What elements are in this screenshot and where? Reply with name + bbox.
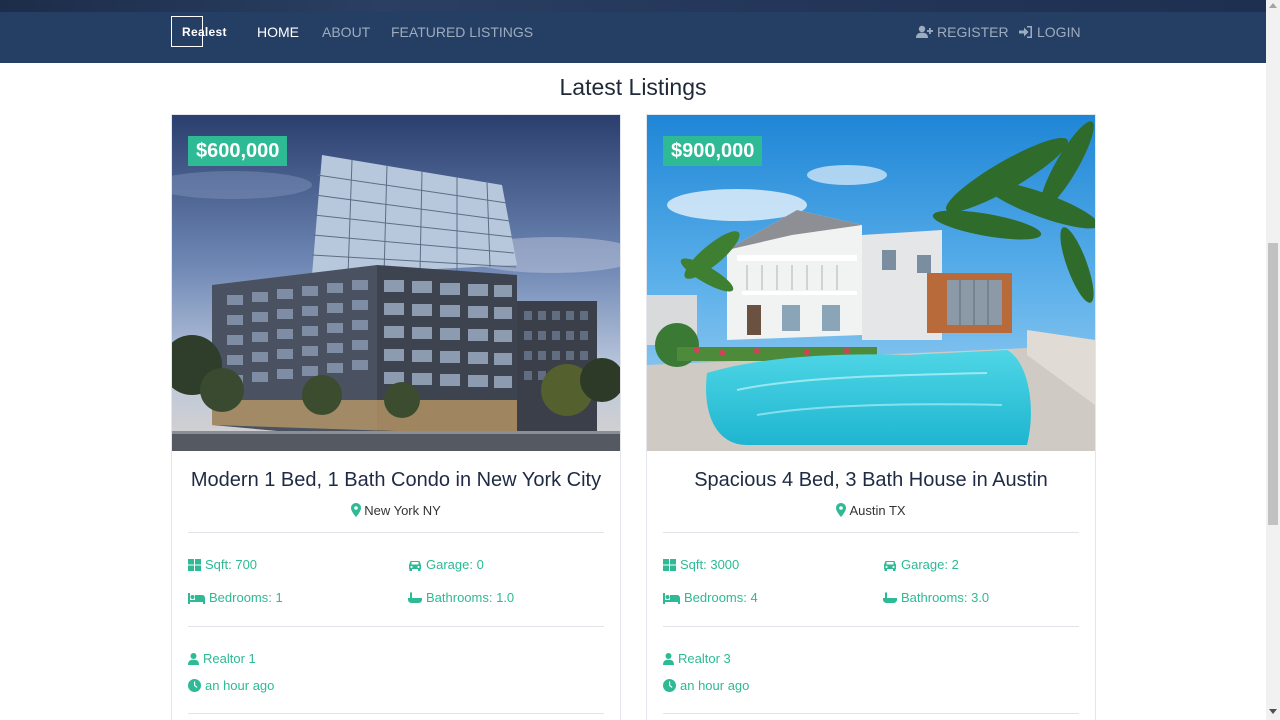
th-large-icon [663, 559, 676, 571]
card-divider [663, 532, 1079, 533]
bathrooms-info: Bathrooms: 1.0 [408, 590, 514, 605]
login-label: LOGIN [1037, 24, 1081, 40]
listing-title[interactable]: Spacious 4 Bed, 3 Bath House in Austin [647, 469, 1095, 492]
nav-register-link[interactable]: REGISTER [916, 24, 1009, 40]
listing-photo-house[interactable]: $900,000 [647, 115, 1095, 451]
listing-location: New York NY [172, 503, 620, 518]
card-divider [188, 532, 604, 533]
sqft-text: Sqft: 700 [205, 557, 258, 572]
map-marker-icon [351, 503, 362, 517]
nav-about-link[interactable]: ABOUT [322, 24, 370, 40]
top-navbar: Realest HOME ABOUT FEATURED LISTINGS REG… [0, 12, 1266, 63]
location-text: New York NY [364, 503, 441, 518]
listing-location: Austin TX [647, 503, 1095, 518]
bed-icon [663, 593, 680, 604]
scroll-up-arrow-icon[interactable] [1269, 3, 1277, 8]
sqft-info: Sqft: 3000 [663, 557, 739, 572]
map-marker-icon [836, 503, 847, 517]
car-icon [884, 561, 896, 571]
realtor-info[interactable]: Realtor 1 [188, 651, 256, 666]
bedrooms-info: Bedrooms: 1 [188, 590, 283, 605]
user-plus-icon [916, 25, 933, 38]
listing-card[interactable]: $900,000 Spacious 4 Bed, 3 Bath House in… [646, 114, 1096, 720]
realtor-text: Realtor 1 [203, 651, 256, 666]
listed-time-info: an hour ago [188, 678, 274, 693]
scroll-down-arrow-icon[interactable] [1269, 709, 1277, 714]
nav-featured-listings-link[interactable]: FEATURED LISTINGS [391, 24, 533, 40]
user-icon [188, 653, 199, 665]
hero-background-strip [0, 0, 1266, 13]
page-scrollbar[interactable] [1266, 0, 1280, 720]
listed-time-text: an hour ago [205, 678, 275, 693]
card-divider [663, 713, 1079, 714]
card-divider [188, 713, 604, 714]
car-icon [409, 561, 421, 571]
card-divider [188, 626, 604, 627]
nav-home-link[interactable]: HOME [257, 24, 299, 40]
clock-icon [663, 679, 676, 692]
scrollbar-thumb[interactable] [1268, 243, 1278, 525]
bed-icon [188, 593, 205, 604]
brand-name: Realest [182, 25, 227, 39]
price-badge: $600,000 [188, 136, 288, 166]
garage-info: Garage: 2 [883, 557, 959, 572]
sqft-text: Sqft: 3000 [680, 557, 740, 572]
realtor-text: Realtor 3 [678, 651, 731, 666]
sign-in-icon [1019, 26, 1032, 38]
garage-info: Garage: 0 [408, 557, 484, 572]
listing-card[interactable]: $600,000 Modern 1 Bed, 1 Bath Condo in N… [171, 114, 621, 720]
sqft-info: Sqft: 700 [188, 557, 257, 572]
bedrooms-info: Bedrooms: 4 [663, 590, 758, 605]
listing-title[interactable]: Modern 1 Bed, 1 Bath Condo in New York C… [172, 469, 620, 492]
bedrooms-text: Bedrooms: 4 [684, 590, 758, 605]
listing-photo-condo[interactable]: $600,000 [172, 115, 620, 451]
latest-listings-heading: Latest Listings [559, 74, 707, 100]
realtor-info[interactable]: Realtor 3 [663, 651, 731, 666]
bathrooms-text: Bathrooms: 1.0 [426, 590, 515, 605]
location-text: Austin TX [849, 503, 906, 518]
listed-time-info: an hour ago [663, 678, 749, 693]
register-label: REGISTER [937, 24, 1009, 40]
bath-icon [883, 592, 897, 603]
bathrooms-info: Bathrooms: 3.0 [883, 590, 989, 605]
bath-icon [408, 592, 422, 603]
th-large-icon [188, 559, 201, 571]
bedrooms-text: Bedrooms: 1 [209, 590, 283, 605]
user-icon [663, 653, 674, 665]
card-divider [663, 626, 1079, 627]
clock-icon [188, 679, 201, 692]
listed-time-text: an hour ago [680, 678, 750, 693]
garage-text: Garage: 0 [426, 557, 484, 572]
price-badge: $900,000 [663, 136, 763, 166]
bathrooms-text: Bathrooms: 3.0 [901, 590, 990, 605]
garage-text: Garage: 2 [901, 557, 959, 572]
brand-logo[interactable]: Realest [171, 16, 226, 47]
nav-login-link[interactable]: LOGIN [1019, 24, 1081, 40]
